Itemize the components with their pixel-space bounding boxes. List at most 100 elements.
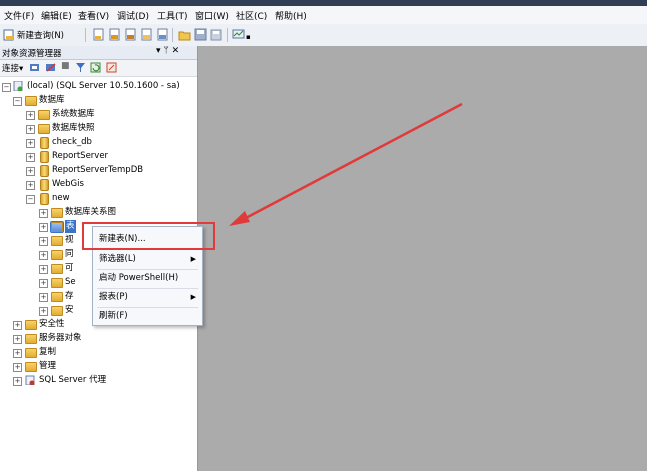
folder-icon xyxy=(25,96,37,106)
menu-item-powershell[interactable]: 启动 PowerShell(H) xyxy=(93,269,202,287)
menu-item-refresh[interactable]: 刷新(F) xyxy=(93,307,202,325)
folder-icon xyxy=(38,124,50,134)
toolbar-overflow-icon[interactable]: ▪ xyxy=(246,33,251,41)
menu-file[interactable]: 文件(F) xyxy=(4,9,34,22)
document-workspace xyxy=(198,46,647,471)
menu-item-reports[interactable]: 报表(P) ▶ xyxy=(93,288,202,306)
menu-debug[interactable]: 调试(D) xyxy=(117,9,149,22)
agent-icon xyxy=(25,375,35,385)
expand-icon[interactable]: + xyxy=(39,293,48,302)
tree-db-new-node[interactable]: − new xyxy=(0,192,197,205)
database-icon xyxy=(40,151,49,163)
open-folder-icon[interactable] xyxy=(178,28,191,41)
expand-icon[interactable]: + xyxy=(13,349,22,358)
folder-icon xyxy=(51,236,63,246)
database-icon xyxy=(40,179,49,191)
folder-icon xyxy=(25,348,37,358)
folder-icon xyxy=(25,334,37,344)
save-all-icon[interactable] xyxy=(210,28,223,41)
expand-icon[interactable]: + xyxy=(13,363,22,372)
expand-icon[interactable]: + xyxy=(39,251,48,260)
folder-icon xyxy=(51,292,63,302)
expand-icon[interactable]: + xyxy=(39,265,48,274)
db-engine-query-icon[interactable] xyxy=(108,28,121,41)
expand-icon[interactable]: + xyxy=(26,167,35,176)
stop-icon[interactable]: ■ xyxy=(61,61,70,71)
toolbar-separator xyxy=(227,28,228,42)
tree-db-check-node[interactable]: + check_db xyxy=(0,136,197,149)
tree-system-databases-node[interactable]: + 系统数据库 xyxy=(0,108,197,121)
expand-icon[interactable]: + xyxy=(39,209,48,218)
tree-db-reportservertempdb-node[interactable]: + ReportServerTempDB xyxy=(0,164,197,177)
disconnect-icon[interactable] xyxy=(45,62,57,73)
folder-icon xyxy=(51,250,63,260)
menu-edit[interactable]: 编辑(E) xyxy=(41,9,72,22)
toolbar-separator xyxy=(172,28,173,42)
menu-window[interactable]: 窗口(W) xyxy=(195,9,229,22)
submenu-arrow-icon: ▶ xyxy=(190,255,196,263)
collapse-icon[interactable]: − xyxy=(26,195,35,204)
new-query-icon xyxy=(3,29,14,41)
panel-window-controls[interactable]: ▾ ᛘ ✕ xyxy=(156,46,179,56)
folder-icon xyxy=(51,208,63,218)
toolbar-separator xyxy=(85,28,86,42)
database-icon xyxy=(40,137,49,149)
expand-icon[interactable]: + xyxy=(26,125,35,134)
expand-icon[interactable]: + xyxy=(13,335,22,344)
server-icon xyxy=(13,81,23,91)
tree-management-node[interactable]: + 管理 xyxy=(0,360,197,373)
tree-snapshots-node[interactable]: + 数据库快照 xyxy=(0,122,197,135)
analysis-query-icon[interactable] xyxy=(124,28,137,41)
submenu-arrow-icon: ▶ xyxy=(190,293,196,301)
tree-diagrams-node[interactable]: + 数据库关系图 xyxy=(0,206,197,219)
xmla-query-icon[interactable] xyxy=(156,28,169,41)
tree-db-webgis-node[interactable]: + WebGis xyxy=(0,178,197,191)
tree-replication-node[interactable]: + 复制 xyxy=(0,346,197,359)
refresh-icon[interactable] xyxy=(90,62,101,73)
expand-icon[interactable]: + xyxy=(26,153,35,162)
folder-icon xyxy=(51,278,63,288)
folder-icon xyxy=(38,110,50,120)
activity-icon[interactable] xyxy=(106,62,117,73)
mdx-query-icon[interactable] xyxy=(140,28,153,41)
folder-icon xyxy=(25,362,37,372)
highlight-box xyxy=(82,222,215,250)
collapse-icon[interactable]: − xyxy=(2,83,11,92)
main-toolbar: 新建查询(N) ▪ xyxy=(0,24,647,47)
expand-icon[interactable]: + xyxy=(26,139,35,148)
folder-icon xyxy=(50,221,64,233)
collapse-icon[interactable]: − xyxy=(13,97,22,106)
folder-icon xyxy=(25,320,37,330)
expand-icon[interactable]: + xyxy=(39,223,48,232)
folder-icon xyxy=(51,306,63,316)
object-explorer-header: 对象资源管理器 ▾ ᛘ ✕ xyxy=(0,46,197,60)
expand-icon[interactable]: + xyxy=(26,111,35,120)
tree-db-reportserver-node[interactable]: + ReportServer xyxy=(0,150,197,163)
folder-icon xyxy=(51,264,63,274)
activity-monitor-icon[interactable] xyxy=(232,28,245,41)
expand-icon[interactable]: + xyxy=(13,321,22,330)
menu-community[interactable]: 社区(C) xyxy=(236,9,267,22)
tree-agent-node[interactable]: + SQL Server 代理 xyxy=(0,374,197,387)
menu-view[interactable]: 查看(V) xyxy=(78,9,109,22)
menu-help[interactable]: 帮助(H) xyxy=(275,9,307,22)
filter-icon[interactable] xyxy=(75,62,86,73)
tree-databases-node[interactable]: − 数据库 xyxy=(0,94,197,107)
menu-tools[interactable]: 工具(T) xyxy=(157,9,188,22)
save-icon[interactable] xyxy=(194,28,207,41)
tree-server-node[interactable]: − (local) (SQL Server 10.50.1600 - sa) xyxy=(0,80,197,93)
expand-icon[interactable]: + xyxy=(13,377,22,386)
menu-item-filter[interactable]: 筛选器(L) ▶ xyxy=(93,250,202,268)
menu-bar: 文件(F) 编辑(E) 查看(V) 调试(D) 工具(T) 窗口(W) 社区(C… xyxy=(0,6,647,24)
connect-icon[interactable] xyxy=(29,62,41,73)
new-file-icon[interactable] xyxy=(92,28,105,41)
database-icon xyxy=(40,165,49,177)
expand-icon[interactable]: + xyxy=(39,237,48,246)
expand-icon[interactable]: + xyxy=(39,307,48,316)
connect-button[interactable]: 连接▾ xyxy=(2,62,23,74)
expand-icon[interactable]: + xyxy=(26,181,35,190)
database-icon xyxy=(40,193,49,205)
expand-icon[interactable]: + xyxy=(39,279,48,288)
tree-server-objects-node[interactable]: + 服务器对象 xyxy=(0,332,197,345)
object-explorer-toolbar: 连接▾ ■ xyxy=(0,60,197,77)
